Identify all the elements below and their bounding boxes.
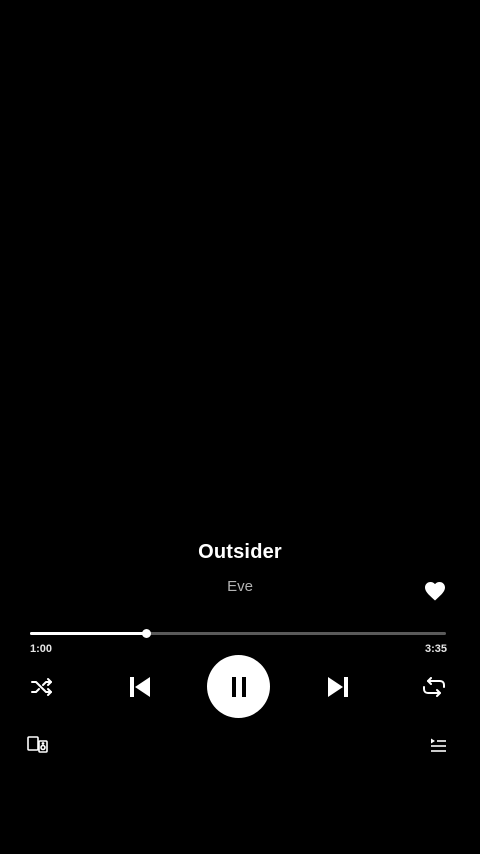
queue-button[interactable]	[428, 736, 448, 754]
devices-icon	[27, 736, 48, 753]
track-title: Outsider	[198, 541, 282, 563]
progress-bar[interactable]	[30, 626, 446, 640]
progress-fill	[30, 632, 147, 635]
track-artist[interactable]: Eve	[0, 578, 480, 595]
heart-filled-icon	[425, 582, 445, 601]
shuffle-button[interactable]	[28, 675, 56, 699]
total-duration: 3:35	[424, 643, 447, 655]
play-pause-button[interactable]	[207, 655, 270, 718]
devices-button[interactable]	[26, 734, 50, 754]
next-button[interactable]	[324, 673, 352, 701]
progress-thumb[interactable]	[142, 629, 152, 638]
pause-icon	[231, 676, 246, 697]
skip-previous-icon	[130, 677, 150, 697]
previous-button[interactable]	[126, 673, 154, 701]
skip-next-icon	[328, 677, 348, 697]
elapsed-time: 1:00	[30, 643, 53, 655]
like-button[interactable]	[423, 579, 447, 603]
queue-icon	[431, 738, 446, 752]
repeat-button[interactable]	[420, 675, 448, 699]
repeat-icon	[423, 677, 445, 697]
shuffle-icon	[31, 678, 52, 696]
